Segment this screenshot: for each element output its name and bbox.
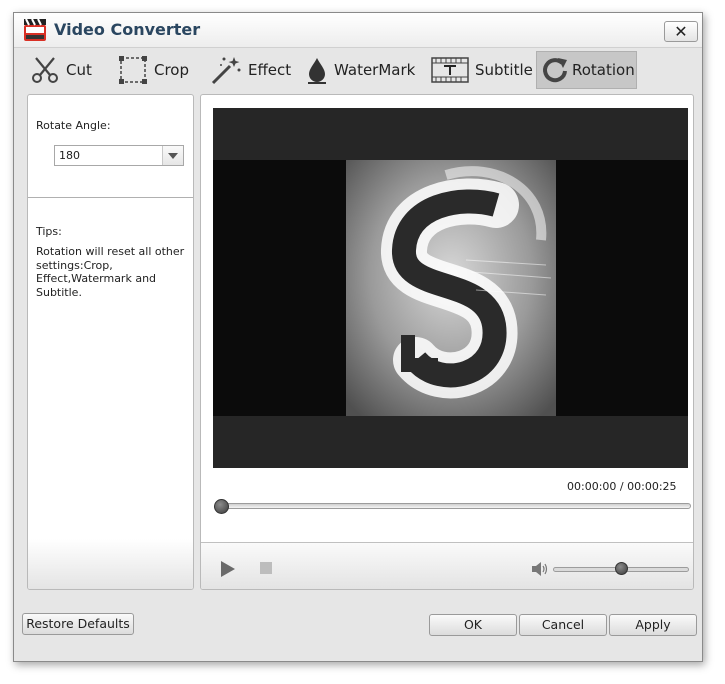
time-display: 00:00:00 / 00:00:25 <box>567 480 677 493</box>
magic-wand-icon <box>211 57 241 85</box>
tips-text: Rotation will reset all other settings:C… <box>36 245 185 299</box>
dropdown-arrow-button[interactable] <box>162 146 183 165</box>
time-separator: / <box>619 480 624 493</box>
preview-panel: 00:00:00 / 00:00:25 <box>200 94 694 590</box>
tab-rotation-label: Rotation <box>572 61 635 79</box>
tab-subtitle-label: Subtitle <box>475 61 533 79</box>
title-bar[interactable]: Video Converter ✕ <box>14 13 702 48</box>
seek-handle[interactable] <box>214 499 229 514</box>
tab-crop[interactable]: Crop <box>118 51 198 89</box>
toolbar: Cut Crop Effect WaterMark Subtitle Rotat… <box>14 49 702 93</box>
volume-handle[interactable] <box>614 562 628 575</box>
video-frame-image <box>346 160 556 416</box>
window-title: Video Converter <box>54 20 201 39</box>
cancel-button[interactable]: Cancel <box>519 614 607 636</box>
tips-title: Tips: <box>36 225 62 238</box>
volume-icon[interactable] <box>531 561 549 577</box>
total-time: 00:00:25 <box>627 480 677 493</box>
clapperboard-icon <box>24 18 46 41</box>
play-button[interactable] <box>221 561 235 577</box>
tab-effect-label: Effect <box>248 61 292 79</box>
rotate-angle-label: Rotate Angle: <box>36 119 111 132</box>
tab-rotation[interactable]: Rotation <box>536 51 637 89</box>
apply-button[interactable]: Apply <box>609 614 697 636</box>
current-time: 00:00:00 <box>567 480 617 493</box>
tab-crop-label: Crop <box>154 61 190 79</box>
chevron-down-icon <box>168 153 178 159</box>
divider <box>28 197 193 198</box>
tab-cut[interactable]: Cut <box>30 51 100 89</box>
subtitle-icon <box>431 57 469 83</box>
rotate-icon <box>543 58 567 83</box>
video-preview[interactable] <box>213 108 688 468</box>
tab-watermark[interactable]: WaterMark <box>306 51 416 89</box>
settings-panel: Rotate Angle: 180 Tips: Rotation will re… <box>27 94 194 590</box>
scissors-icon <box>32 57 58 83</box>
stop-button[interactable] <box>260 562 272 574</box>
ok-button[interactable]: OK <box>429 614 517 636</box>
close-button[interactable]: ✕ <box>664 21 698 42</box>
seek-bar[interactable] <box>215 503 691 509</box>
tab-subtitle[interactable]: Subtitle <box>431 51 533 89</box>
rotate-angle-value: 180 <box>59 149 80 162</box>
video-converter-window: Video Converter ✕ Cut Crop Effect WaterM… <box>13 12 703 662</box>
crop-icon <box>119 56 147 84</box>
droplet-icon <box>308 58 326 84</box>
rotate-angle-select[interactable]: 180 <box>54 145 184 166</box>
restore-defaults-button[interactable]: Restore Defaults <box>22 613 134 635</box>
tab-watermark-label: WaterMark <box>334 61 416 79</box>
tab-effect[interactable]: Effect <box>210 51 294 89</box>
tab-cut-label: Cut <box>66 61 92 79</box>
